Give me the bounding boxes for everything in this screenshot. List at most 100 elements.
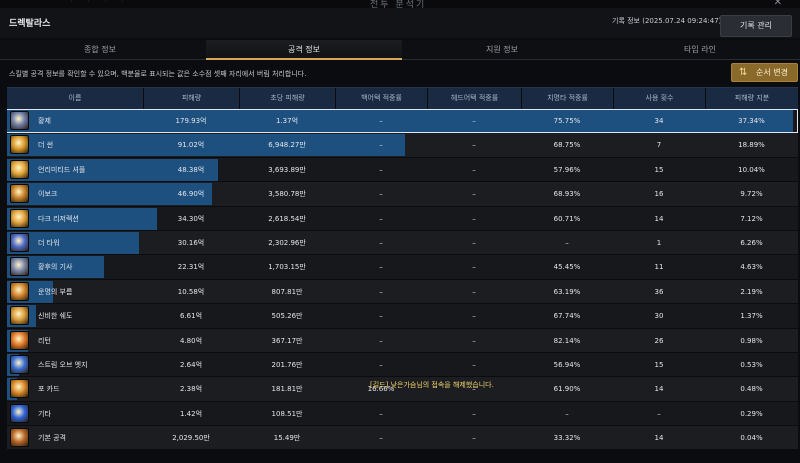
cell-uses: 14 (654, 385, 664, 394)
cell-crit: 45.45% (553, 263, 581, 272)
cell-uses: 15 (654, 165, 664, 174)
cell-dps: 3,580.78만 (268, 190, 306, 199)
header-damage[interactable]: 피해량 (143, 88, 239, 110)
table-row[interactable]: 언리미티드 셔플 48.38억 3,693.89만 – – 57.96% 15 10.04% (7, 157, 798, 183)
cell-back: – (379, 409, 383, 418)
cell-dps: 1,703.15만 (268, 263, 306, 272)
skill-table: 이름 피해량 초당 피해량 백어택 적중률 헤드어택 적중률 치명타 적중률 사… (7, 87, 798, 451)
cell-dps: 201.76만 (271, 360, 303, 369)
cell-head: – (472, 336, 476, 345)
info-text: 스킬별 공격 정보를 확인할 수 있으며, 백분율로 표시되는 값은 소수점 셋… (9, 70, 307, 78)
cell-back: – (379, 263, 383, 272)
table-row[interactable]: 리턴 4.80억 367.17만 – – 82.14% 26 0.98% (7, 328, 798, 353)
header-dps[interactable]: 초당 피해량 (239, 88, 335, 110)
cell-dps: 15.49만 (273, 434, 301, 443)
cell-uses: 36 (654, 287, 664, 296)
cell-damage: 1.42억 (179, 409, 203, 418)
cell-crit: 82.14% (553, 336, 581, 345)
header-head-attack[interactable]: 헤드어택 적중률 (427, 88, 521, 110)
cell-back: – (379, 238, 383, 247)
header-share[interactable]: 피해량 지분 (705, 88, 798, 110)
cell-uses: 15 (654, 360, 664, 369)
cell-dps: 1.37억 (275, 117, 299, 125)
table-row[interactable]: 더 썬 91.02억 6,948.27만 – – 68.75% 7 18.89% (7, 133, 798, 158)
table-row[interactable]: 이보크 46.90억 3,580.78만 – – 68.93% 16 9.72% (7, 182, 798, 207)
table-row[interactable]: 다크 리저렉션 34.30억 2,618.54만 – – 60.71% 14 7.12% (7, 206, 798, 231)
cell-damage: 30.16억 (177, 238, 205, 247)
cell-uses: 7 (656, 141, 662, 150)
cell-uses: 30 (654, 312, 664, 321)
tab-attack[interactable]: 공격 정보 (206, 40, 402, 60)
table-row[interactable]: 더 타워 30.16억 2,302.96만 – – – 1 6.26% (7, 230, 798, 256)
tab-overview[interactable]: 종합 정보 (2, 40, 198, 60)
cell-back: – (379, 312, 383, 321)
evoke-icon (10, 184, 29, 204)
table-row[interactable]: 기본 공격 2,029.50만 15.49만 – – 33.32% 14 0.04% (7, 426, 798, 451)
cell-uses: 16 (654, 190, 664, 199)
window-header: 드렉탈라스 기록 정보 (2025.07.24 09:24:47) 기록 관리 (0, 8, 800, 38)
cell-share: 0.53% (740, 360, 763, 369)
table-row[interactable]: 황후의 기사 22.31억 1,703.15만 – – 45.45% 11 4.63% (7, 255, 798, 280)
etc-dots-icon (10, 403, 29, 423)
cell-dps: 807.81만 (271, 287, 303, 296)
cell-dps: 108.51만 (271, 409, 303, 418)
cell-share: 0.29% (740, 409, 763, 418)
header-name[interactable]: 이름 (7, 88, 143, 110)
cell-damage: 2,029.50만 (172, 434, 210, 443)
table-row[interactable]: 스트림 오브 엣지 2.64억 201.76만 – – 56.94% 15 0.53% (7, 352, 798, 378)
cell-damage: 48.38억 (177, 165, 205, 174)
sort-order-button[interactable]: ⇅ 순서 변경 (731, 63, 798, 82)
cell-crit: 33.32% (553, 434, 581, 443)
cell-crit: – (565, 238, 569, 247)
table-body: 황제 179.93억 1.37억 – – 75.75% 34 37.34% 더 썬 91.02억 6… (7, 109, 798, 451)
cell-crit: 57.96% (553, 165, 581, 174)
header-back-attack[interactable]: 백어택 적중률 (335, 88, 427, 110)
sun-card-icon (10, 135, 29, 155)
tab-timeline[interactable]: 타임 라인 (602, 40, 798, 60)
cell-head: – (472, 190, 476, 199)
tower-card-icon (10, 232, 29, 252)
cell-head: – (472, 434, 476, 443)
sort-button-label: 순서 변경 (756, 68, 788, 77)
unlimited-shuffle-icon (10, 159, 29, 179)
cell-share: 4.63% (740, 263, 763, 272)
skill-name: 스트림 오브 엣지 (38, 360, 88, 369)
cell-share: 6.26% (740, 238, 763, 247)
cell-crit: 60.71% (553, 214, 581, 223)
close-icon[interactable]: ✕ (774, 0, 782, 8)
cell-dps: 181.81만 (271, 385, 303, 394)
cell-crit: 56.94% (553, 360, 581, 369)
cell-head: – (472, 238, 476, 247)
cell-back: – (379, 165, 383, 174)
guild-toast: [길드] 낮은가슴님의 접속을 해제했습니다. (370, 381, 494, 389)
cell-crit: 75.75% (553, 117, 581, 125)
table-row[interactable]: 황제 179.93억 1.37억 – – 75.75% 34 37.34% (7, 109, 798, 134)
cell-head: – (472, 263, 476, 272)
cell-share: 0.48% (740, 385, 763, 394)
cell-crit: 68.93% (553, 190, 581, 199)
cell-damage: 10.58억 (177, 287, 205, 296)
dark-resurrection-icon (10, 208, 29, 228)
manage-records-button[interactable]: 기록 관리 (720, 15, 792, 37)
skill-name: 황제 (38, 117, 51, 125)
cell-share: 37.34% (738, 117, 765, 125)
cell-share: 9.72% (740, 190, 763, 199)
skill-name: 신비한 쉐도 (38, 312, 73, 321)
skill-name: 기타 (38, 409, 51, 418)
skill-name: 언리미티드 셔플 (38, 165, 86, 174)
cell-back: – (379, 336, 383, 345)
header-crit[interactable]: 치명타 적중률 (521, 88, 613, 110)
tab-support[interactable]: 지원 정보 (404, 40, 600, 60)
header-uses[interactable]: 사용 횟수 (613, 88, 705, 110)
basic-attack-icon (10, 428, 29, 448)
table-row[interactable]: 운명의 부름 10.58억 807.81만 – – 63.19% 36 2.19% (7, 279, 798, 305)
table-row[interactable]: 신비한 쉐도 6.61억 505.26만 – – 67.74% 30 1.37% (7, 304, 798, 329)
skill-name: 더 썬 (38, 141, 54, 150)
cell-damage: 46.90억 (177, 190, 205, 199)
cell-share: 1.37% (740, 312, 763, 321)
cell-uses: 34 (654, 117, 664, 125)
table-row[interactable]: 기타 1.42억 108.51만 – – – – 0.29% (7, 401, 798, 427)
cell-share: 0.04% (740, 434, 763, 443)
cell-head: – (472, 117, 476, 125)
cell-share: 0.98% (740, 336, 763, 345)
